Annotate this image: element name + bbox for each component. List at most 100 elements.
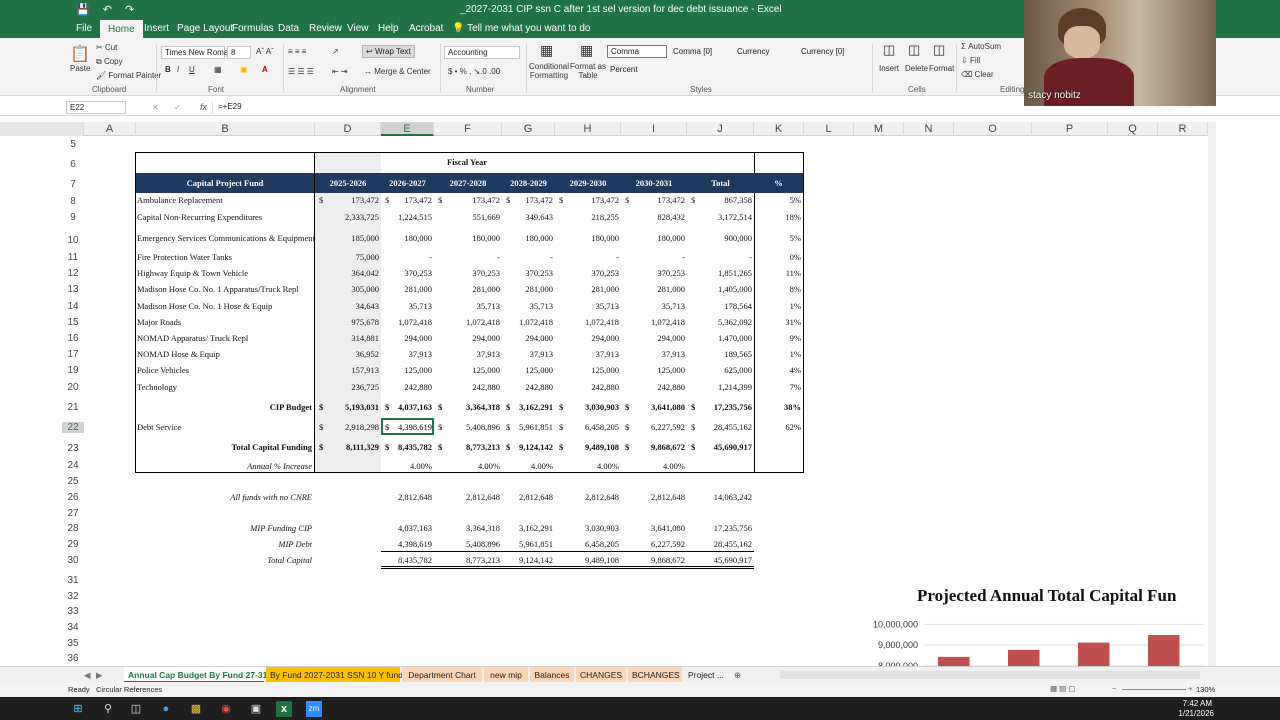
- row-header[interactable]: 8: [62, 196, 84, 207]
- dollar-sign[interactable]: $: [319, 442, 323, 452]
- fund-value-cell[interactable]: 1,072,418: [651, 317, 685, 327]
- sheet-tab[interactable]: new mip: [484, 667, 528, 683]
- row-header[interactable]: 28: [62, 523, 84, 534]
- annual_increase-value[interactable]: 4.00%: [597, 461, 619, 471]
- style-currency[interactable]: Currency: [737, 47, 769, 56]
- indent-icon[interactable]: ⇤ ⇥: [332, 67, 348, 76]
- format-as-table-button[interactable]: Format as Table: [570, 62, 606, 80]
- cip_budget-label[interactable]: CIP Budget: [270, 402, 312, 412]
- fund-value-cell[interactable]: 370,253: [525, 268, 553, 278]
- row-header-selected[interactable]: 22: [62, 422, 84, 433]
- tab-page-layout[interactable]: Page Layout: [177, 23, 233, 34]
- row-header[interactable]: 27: [62, 508, 84, 519]
- font-color-icon[interactable]: A: [262, 65, 268, 74]
- chrome-icon[interactable]: ◉: [218, 701, 234, 717]
- column-header-f[interactable]: F: [434, 122, 502, 136]
- dollar-sign[interactable]: $: [691, 195, 695, 205]
- vertical-scrollbar[interactable]: [1208, 122, 1216, 666]
- total_funding-value[interactable]: 8,111,329: [346, 442, 379, 452]
- debt_service-value[interactable]: 5,961,851: [519, 422, 553, 432]
- all_funds-label[interactable]: All funds with no CNRE: [230, 492, 312, 502]
- delete-cells-icon[interactable]: ◫: [908, 42, 920, 58]
- sheet-tab[interactable]: BCHANGES: [628, 667, 682, 683]
- fund-value-cell[interactable]: 242,880: [472, 382, 500, 392]
- fund-value-cell[interactable]: 900,000: [724, 233, 752, 243]
- copy-button[interactable]: ⧉ Copy: [96, 57, 123, 67]
- fund-value-cell[interactable]: 1,072,418: [466, 317, 500, 327]
- task-view-icon[interactable]: ◫: [128, 701, 144, 717]
- debt_service-value[interactable]: 6,458,205: [585, 422, 619, 432]
- conditional-formatting-icon[interactable]: ▦: [540, 42, 553, 59]
- tab-scroll-right-icon[interactable]: ▶: [92, 667, 107, 683]
- dollar-sign[interactable]: $: [625, 442, 629, 452]
- fund-value-cell[interactable]: -: [550, 252, 553, 262]
- column-header-j[interactable]: J: [687, 122, 754, 136]
- cancel-entry-icon[interactable]: ✕: [152, 103, 159, 112]
- number-format-select[interactable]: Accounting: [444, 46, 520, 59]
- fund-percent-cell[interactable]: 1%: [790, 349, 801, 359]
- row-header[interactable]: 30: [62, 555, 84, 566]
- tab-home[interactable]: Home: [100, 20, 143, 38]
- format-as-table-icon[interactable]: ▦: [580, 42, 593, 59]
- style-currency-0[interactable]: Currency [0]: [801, 47, 845, 56]
- select-all-corner[interactable]: [0, 122, 84, 136]
- fund-percent-cell[interactable]: 9%: [790, 333, 801, 343]
- column-header-n[interactable]: N: [904, 122, 954, 136]
- annual_increase-label[interactable]: Annual % Increase: [247, 461, 312, 471]
- fund-percent-cell[interactable]: 1%: [790, 301, 801, 311]
- all_funds-value[interactable]: 2,812,648: [398, 492, 432, 502]
- tab-view[interactable]: View: [347, 23, 369, 34]
- dollar-sign[interactable]: $: [438, 442, 442, 452]
- fund-value-cell[interactable]: 173,472: [351, 195, 379, 205]
- tell-me-search[interactable]: 💡 Tell me what you want to do: [452, 23, 590, 34]
- dollar-sign[interactable]: $: [691, 442, 695, 452]
- fund-value-cell[interactable]: 1,072,418: [398, 317, 432, 327]
- fund-value-cell[interactable]: 236,725: [351, 382, 379, 392]
- row-header[interactable]: 17: [62, 349, 84, 360]
- fund-value-cell[interactable]: 1,405,000: [718, 284, 752, 294]
- dollar-sign[interactable]: $: [625, 195, 629, 205]
- total_funding-label[interactable]: Total Capital Funding: [232, 442, 312, 452]
- save-icon[interactable]: 💾: [76, 4, 90, 16]
- tab-file[interactable]: File: [76, 23, 92, 34]
- column-header-i[interactable]: I: [621, 122, 687, 136]
- fund-value-cell[interactable]: 551,669: [472, 212, 500, 222]
- column-header-b[interactable]: B: [136, 122, 315, 136]
- fund-value-cell[interactable]: 173,472: [591, 195, 619, 205]
- all_funds-value[interactable]: 2,812,648: [466, 492, 500, 502]
- clock-date[interactable]: 1/21/2026: [1172, 709, 1214, 718]
- dollar-sign[interactable]: $: [559, 442, 563, 452]
- sheet-tab-active[interactable]: Annual Cap Budget By Fund 27-31: [124, 667, 267, 683]
- fund-value-cell[interactable]: 370,253: [404, 268, 432, 278]
- row-header[interactable]: 10: [62, 235, 84, 246]
- chart-area[interactable]: Projected Annual Total Capital Fun 10,00…: [854, 576, 1208, 666]
- dollar-sign[interactable]: $: [559, 422, 563, 432]
- bold-button[interactable]: B: [165, 65, 171, 74]
- row-header[interactable]: 23: [62, 443, 84, 454]
- fund-value-cell[interactable]: 180,000: [591, 233, 619, 243]
- style-comma[interactable]: Comma: [607, 45, 667, 58]
- fund-value-cell[interactable]: 1,851,265: [718, 268, 752, 278]
- cip_budget-value[interactable]: 3,641,080: [651, 402, 685, 412]
- dollar-sign[interactable]: $: [625, 422, 629, 432]
- fund-value-cell[interactable]: 294,000: [657, 333, 685, 343]
- redo-icon[interactable]: ↷: [125, 4, 134, 16]
- italic-button[interactable]: I: [177, 65, 179, 74]
- fund-value-cell[interactable]: 35,713: [477, 301, 500, 311]
- style-comma-0[interactable]: Comma [0]: [673, 47, 712, 56]
- cip_budget-value[interactable]: 3,030,903: [585, 402, 619, 412]
- mip_cip-value[interactable]: 3,030,903: [585, 523, 619, 533]
- paste-icon[interactable]: 📋: [70, 44, 90, 64]
- fund-value-cell[interactable]: -: [429, 252, 432, 262]
- fund-value-cell[interactable]: 370,253: [472, 268, 500, 278]
- total_funding-value[interactable]: 9,489,108: [585, 442, 619, 452]
- row-header[interactable]: 14: [62, 301, 84, 312]
- annual_increase-value[interactable]: 4.00%: [410, 461, 432, 471]
- zoom-out-icon[interactable]: −: [1112, 684, 1116, 693]
- font-size-select[interactable]: 8: [227, 46, 251, 59]
- fund-value-cell[interactable]: 37,913: [409, 349, 432, 359]
- fund-name-cell[interactable]: Highway Equip & Town Vehicle: [137, 268, 248, 278]
- fund-name-cell[interactable]: Capital Non-Recurring Expenditures: [137, 212, 262, 222]
- zoom-slider[interactable]: [1122, 689, 1186, 690]
- column-header-e[interactable]: E: [381, 122, 434, 136]
